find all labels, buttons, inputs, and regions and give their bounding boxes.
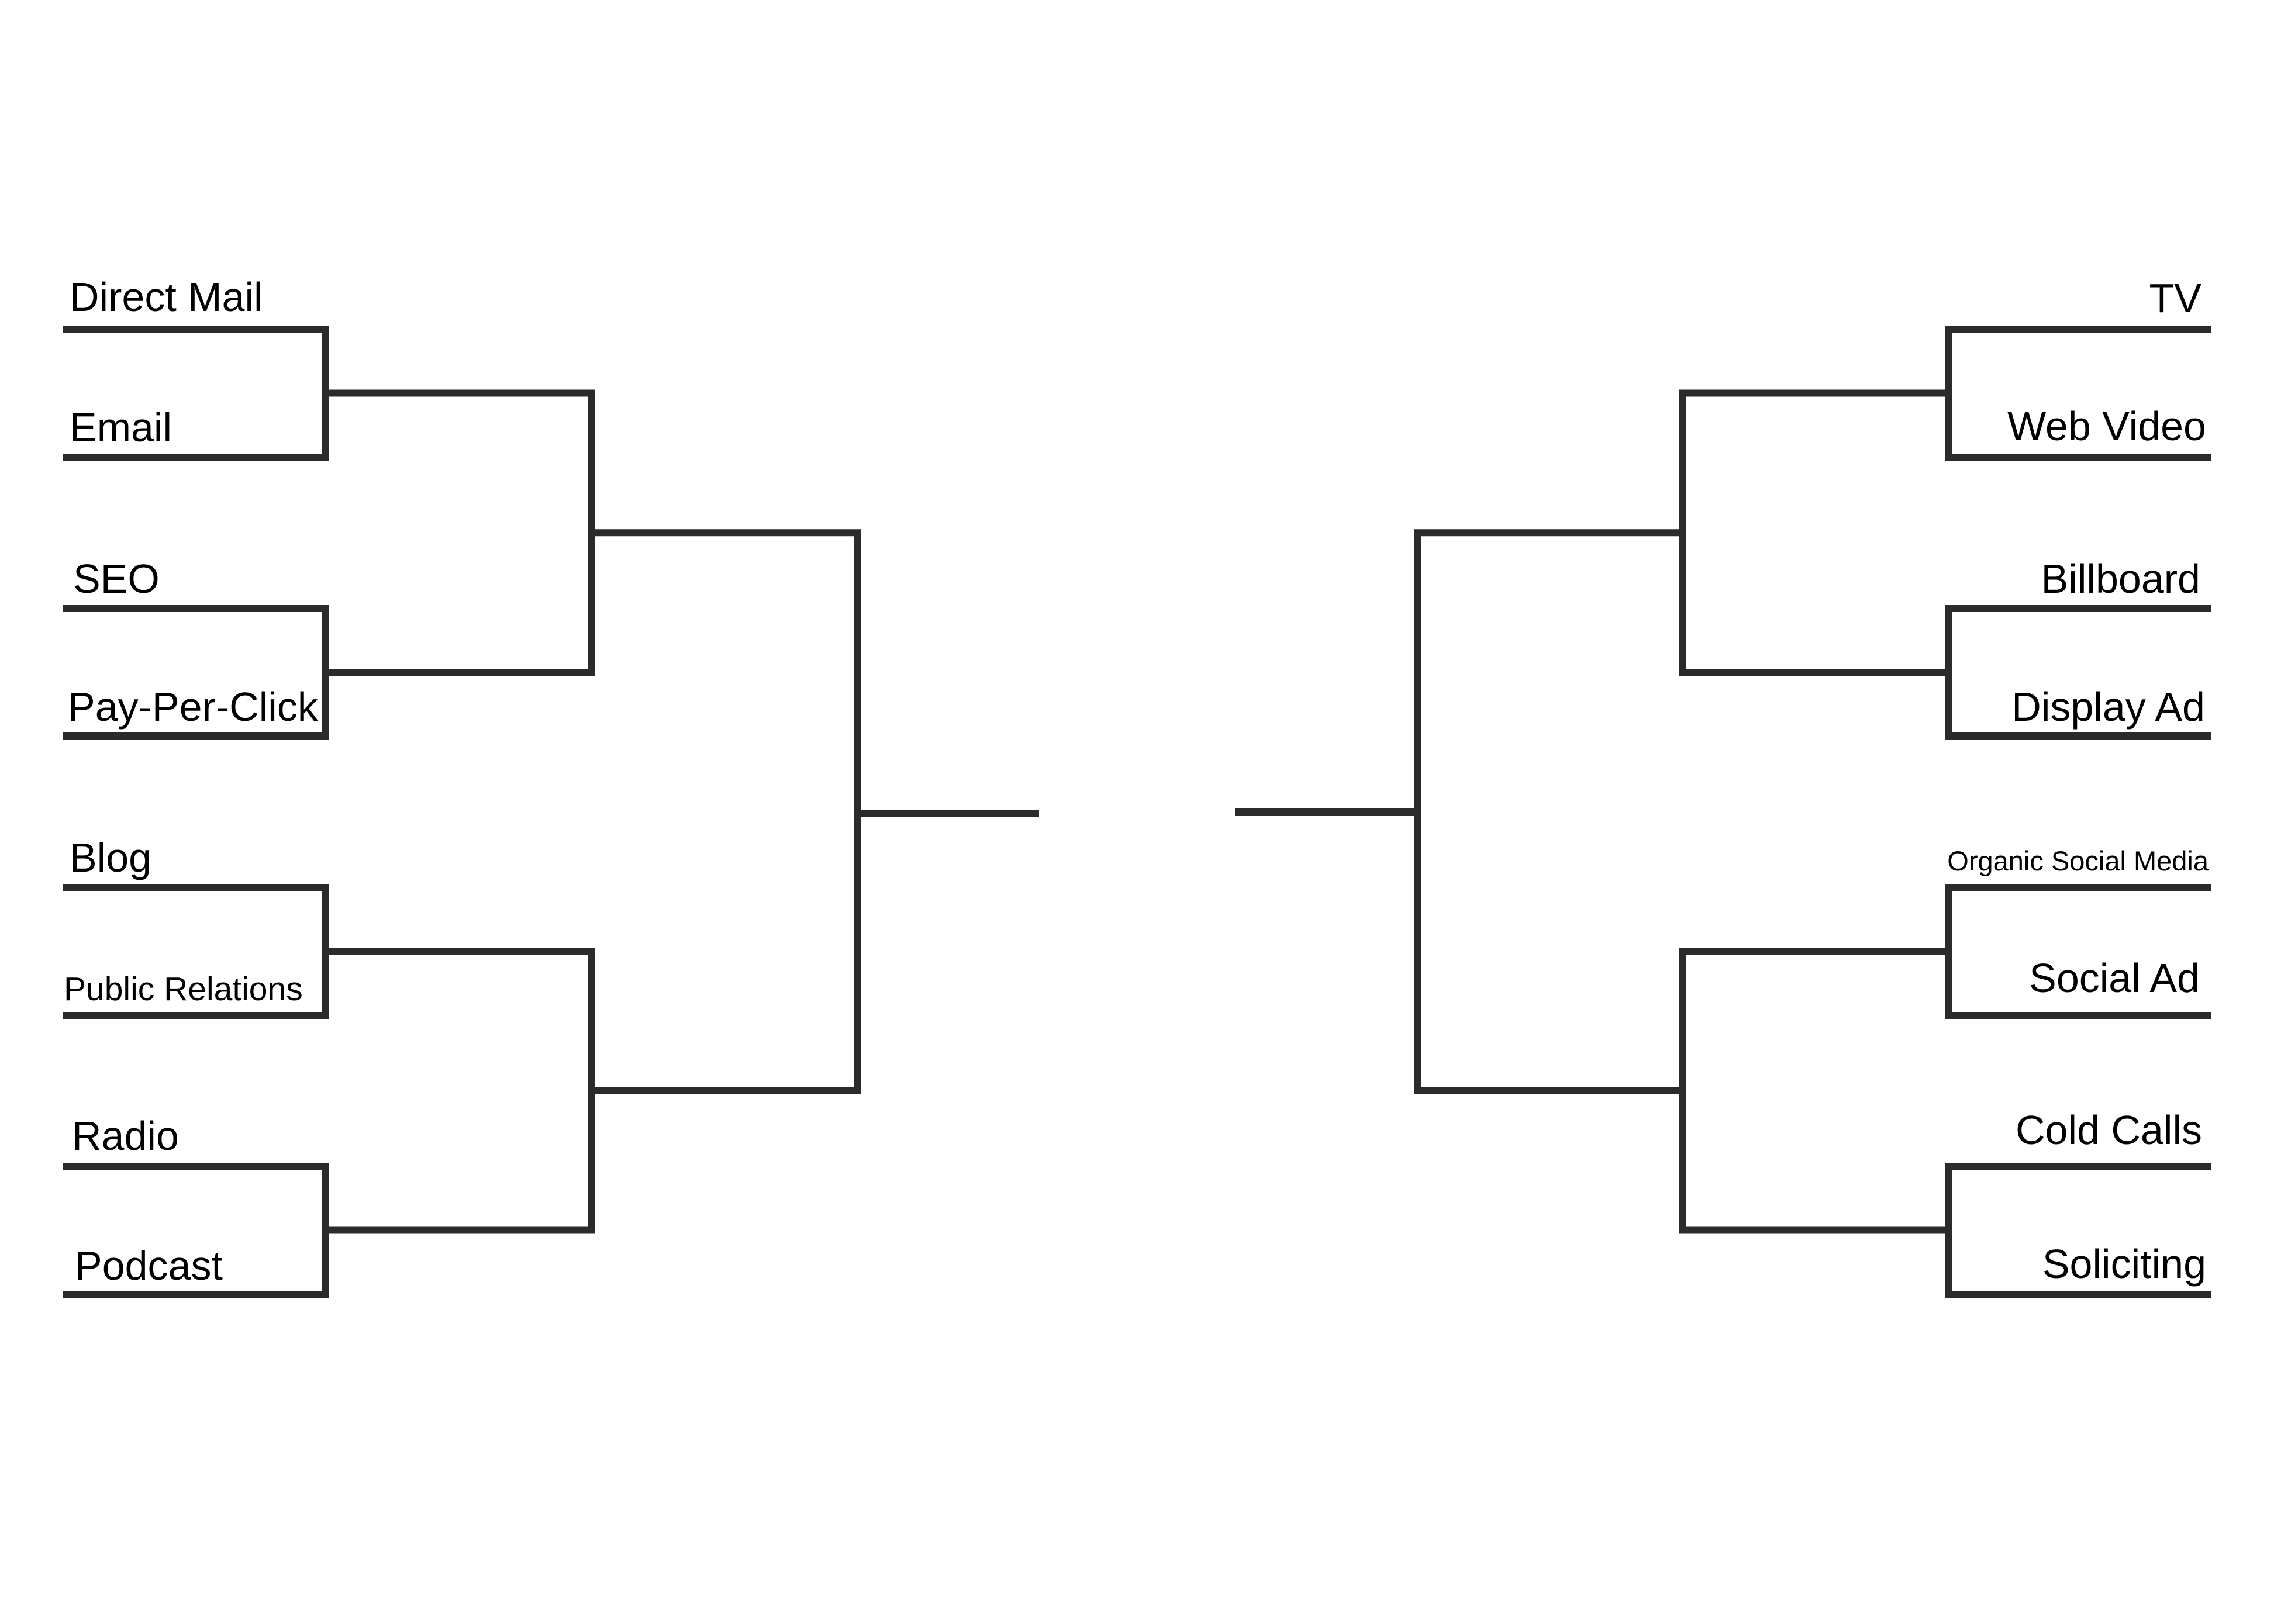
right-round3-matchup-1-connector [1414, 529, 1683, 1094]
entry-label-social-ad: Social Ad [2029, 955, 2200, 1001]
right-round2-matchup-2-connector [1679, 948, 1949, 1234]
entry-label-seo: SEO [73, 556, 160, 602]
entry-label-pay-per-click: Pay-Per-Click [68, 684, 319, 730]
right-bracket-labels: TV Web Video Billboard Display Ad Organi… [1947, 275, 2209, 1287]
left-round2-matchup-2-connector [325, 948, 595, 1234]
entry-label-organic-social-media: Organic Social Media [1947, 845, 2209, 876]
entry-label-tv: TV [2149, 275, 2202, 321]
entry-label-cold-calls: Cold Calls [2016, 1107, 2202, 1153]
left-round3-matchup-1-connector [591, 529, 861, 1094]
entry-label-display-ad: Display Ad [2011, 684, 2205, 730]
entry-label-radio: Radio [72, 1113, 179, 1159]
entry-label-direct-mail: Direct Mail [70, 274, 263, 320]
left-bracket-labels: Direct Mail Email SEO Pay-Per-Click Blog… [64, 274, 319, 1288]
right-round2-matchup-1-connector [1679, 389, 1949, 676]
bracket-diagram: Direct Mail Email SEO Pay-Per-Click Blog… [0, 0, 2274, 1624]
entry-label-web-video: Web Video [2007, 403, 2206, 449]
entry-label-public-relations: Public Relations [64, 970, 303, 1008]
entry-label-soliciting: Soliciting [2042, 1241, 2206, 1287]
left-bracket-lines [63, 326, 1039, 1298]
entry-label-podcast: Podcast [75, 1243, 223, 1288]
entry-label-email: Email [70, 405, 172, 450]
entry-label-blog: Blog [70, 835, 151, 880]
entry-label-billboard: Billboard [2041, 556, 2200, 602]
left-round2-matchup-1-connector [325, 389, 595, 676]
